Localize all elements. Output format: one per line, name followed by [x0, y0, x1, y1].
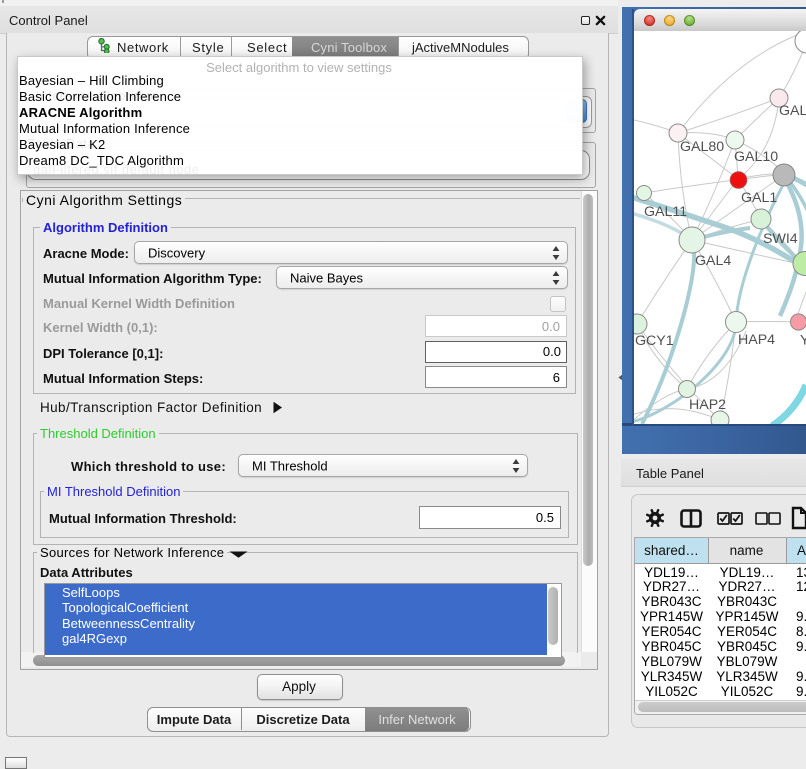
- svg-text:GAL10: GAL10: [734, 149, 778, 165]
- svg-text:GAL: GAL: [779, 103, 806, 119]
- svg-text:GCY1: GCY1: [635, 333, 674, 349]
- svg-text:GAL80: GAL80: [680, 139, 724, 155]
- svg-text:GAL1: GAL1: [741, 190, 777, 206]
- svg-text:SWI4: SWI4: [763, 231, 798, 247]
- svg-text:HAP4: HAP4: [738, 332, 775, 348]
- svg-text:GAL11: GAL11: [644, 204, 687, 220]
- svg-text:Y: Y: [800, 333, 806, 349]
- svg-text:HAP2: HAP2: [689, 397, 726, 413]
- svg-text:GAL4: GAL4: [695, 253, 731, 269]
